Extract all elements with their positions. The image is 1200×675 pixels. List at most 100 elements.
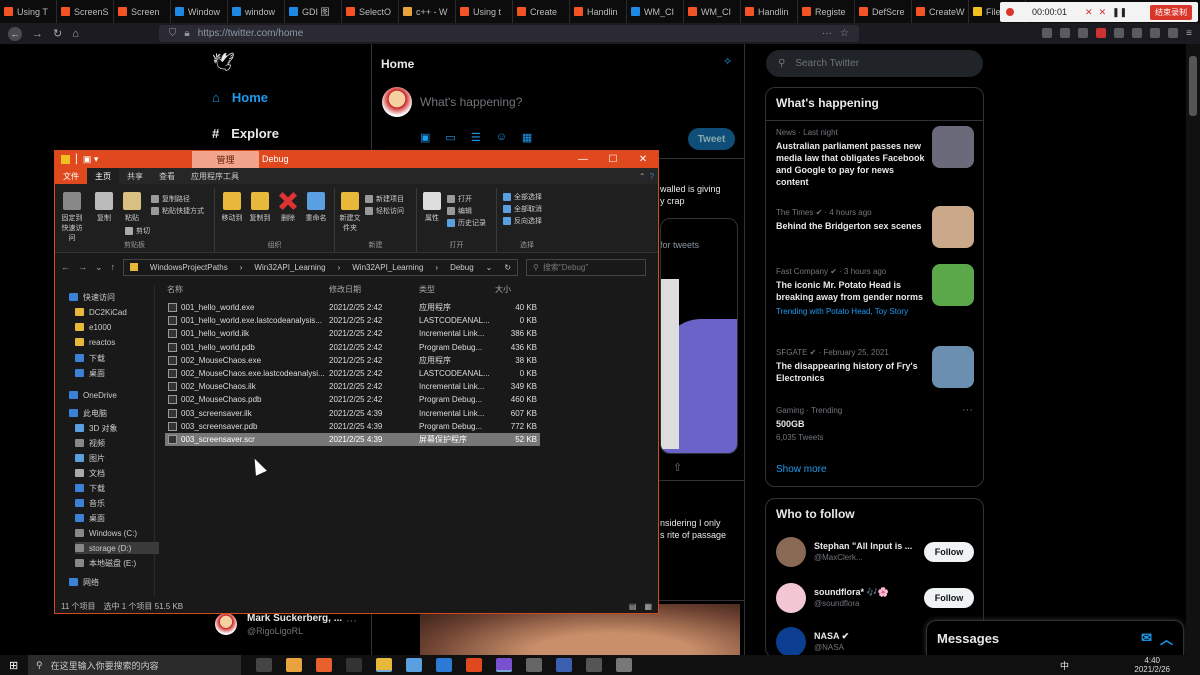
stop-recording-button[interactable]: 结束录制: [1150, 4, 1192, 20]
suggested-user-name[interactable]: NASA ✔: [814, 631, 849, 642]
trend-item[interactable]: The Times ✔ · 4 hours ago Behind the Bri…: [776, 208, 926, 232]
trend-item[interactable]: Gaming · Trending 500GB 6,035 Tweets: [776, 406, 926, 445]
recent-locations-icon[interactable]: ⌄: [95, 262, 103, 273]
browser-tab[interactable]: window: [228, 0, 285, 23]
account-name[interactable]: Mark Suckerberg, ...: [247, 613, 342, 624]
scrollbar-thumb[interactable]: [1189, 56, 1197, 116]
move-to-button[interactable]: 移动到: [219, 192, 245, 223]
extension-icon[interactable]: [1132, 28, 1143, 38]
tweet-button[interactable]: Tweet: [688, 128, 735, 150]
system-clock[interactable]: 4:40 2021/2/26: [1134, 656, 1170, 674]
column-header-name[interactable]: 名称: [167, 284, 183, 295]
browser-tab[interactable]: Create: [513, 0, 570, 23]
nav-pane-item[interactable]: 网络: [69, 576, 99, 588]
terminal-icon[interactable]: [346, 658, 362, 672]
home-icon[interactable]: ⌂: [72, 28, 79, 40]
edit-button[interactable]: 编辑: [447, 206, 472, 216]
invert-selection-button[interactable]: 反向选择: [503, 216, 542, 226]
avatar[interactable]: [215, 613, 237, 635]
minimize-icon[interactable]: —: [568, 151, 598, 168]
avatar[interactable]: [776, 627, 806, 657]
forward-icon[interactable]: →: [32, 28, 43, 40]
nav-pane-item[interactable]: 3D 对象: [75, 422, 117, 434]
trend-item[interactable]: Fast Company ✔ · 3 hours ago The iconic …: [776, 267, 926, 319]
poll-icon[interactable]: ☰: [471, 131, 481, 144]
file-row[interactable]: 001_hello_world.pdb 2021/2/25 2:42 Program…: [165, 341, 540, 354]
reload-icon[interactable]: ↻: [53, 27, 62, 40]
paste-button[interactable]: 粘贴: [119, 192, 145, 223]
large-icons-view-icon[interactable]: ▦: [644, 602, 652, 611]
tab-home[interactable]: 主页: [87, 168, 119, 184]
extension-icon[interactable]: [1060, 28, 1071, 38]
nav-pane-item[interactable]: e1000: [75, 321, 111, 333]
cut-button[interactable]: 剪切: [125, 226, 150, 236]
more-icon[interactable]: ···: [822, 28, 832, 39]
trend-item[interactable]: SFGATE ✔ · February 25, 2021 The disappe…: [776, 348, 926, 384]
browser-tab[interactable]: c++ - W: [399, 0, 456, 23]
column-header-type[interactable]: 类型: [419, 284, 435, 295]
nav-pane-item[interactable]: 视频: [75, 437, 105, 449]
app-orange-icon[interactable]: [466, 658, 482, 672]
select-all-button[interactable]: 全部选择: [503, 192, 542, 202]
file-row[interactable]: 002_MouseChaos.pdb 2021/2/25 2:42 Program …: [165, 393, 540, 406]
browser-tab[interactable]: DefScre: [855, 0, 912, 23]
browser-tab[interactable]: Using t: [456, 0, 513, 23]
avatar[interactable]: [382, 87, 412, 117]
trend-thumbnail[interactable]: [932, 346, 974, 388]
search-box[interactable]: ⚲ Search Twitter: [766, 50, 983, 77]
twitter-logo-icon[interactable]: 🕊︎: [212, 52, 235, 73]
compose-input[interactable]: What's happening?: [420, 95, 522, 109]
breadcrumb-segment[interactable]: Win32API_Learning: [352, 263, 423, 272]
browser-tab[interactable]: Registe: [798, 0, 855, 23]
pin-button[interactable]: 固定到快速访问: [59, 192, 85, 243]
file-row[interactable]: 002_MouseChaos.exe.lastcodeanalysi... 202…: [165, 367, 540, 380]
maximize-icon[interactable]: ☐: [598, 151, 628, 168]
file-row[interactable]: 003_screensaver.scr 2021/2/25 4:39 屏幕保护程序 5…: [165, 433, 540, 446]
column-header-size[interactable]: 大小: [495, 284, 511, 295]
context-tab-manage[interactable]: 管理: [192, 151, 259, 168]
browser-tab[interactable]: WM_CI: [627, 0, 684, 23]
breadcrumb-segment[interactable]: Debug: [450, 263, 474, 272]
chevron-down-icon[interactable]: ⌄: [486, 263, 493, 272]
delete-button[interactable]: 删除: [275, 192, 301, 223]
extension-icon[interactable]: [1078, 28, 1089, 38]
back-icon[interactable]: ←: [8, 26, 22, 41]
address-bar[interactable]: WindowsProjectPaths › Win32API_Learning › …: [123, 258, 519, 276]
ribbon-collapse-icon[interactable]: ⌃: [639, 172, 646, 181]
nav-pane-item[interactable]: storage (D:): [75, 542, 159, 554]
extension-icon[interactable]: [1114, 28, 1125, 38]
firefox-icon[interactable]: [316, 658, 332, 672]
nav-pane-item[interactable]: 此电脑: [69, 407, 107, 419]
new-folder-button[interactable]: 新建文件夹: [337, 192, 363, 233]
open-button[interactable]: 打开: [447, 194, 472, 204]
nav-home[interactable]: ⌂ Home: [212, 90, 268, 105]
browser-tab[interactable]: Screen: [114, 0, 171, 23]
nav-pane-item[interactable]: OneDrive: [69, 389, 117, 401]
speaker-off-icon[interactable]: ✕: [1099, 7, 1107, 18]
browser-tab[interactable]: ScreenS: [57, 0, 114, 23]
menu-icon[interactable]: ≡: [1186, 28, 1192, 39]
new-message-icon[interactable]: ✉: [1141, 630, 1152, 646]
new-item-button[interactable]: 新建项目: [365, 194, 404, 204]
nav-explore[interactable]: # Explore: [212, 126, 279, 141]
url-bar[interactable]: ⛉ 🔒︎ https://twitter.com/home ··· ☆: [158, 25, 859, 42]
help-icon[interactable]: ?: [650, 172, 654, 181]
breadcrumb-segment[interactable]: Win32API_Learning: [254, 263, 325, 272]
trend-thumbnail[interactable]: [932, 264, 974, 306]
browser-tab[interactable]: GDI 图: [285, 0, 342, 23]
extension-icon[interactable]: [1042, 28, 1053, 38]
file-row[interactable]: 002_MouseChaos.ilk 2021/2/25 2:42 Incremen…: [165, 380, 540, 393]
file-row[interactable]: 001_hello_world.exe.lastcodeanalysis... 2…: [165, 314, 540, 327]
trend-thumbnail[interactable]: [932, 206, 974, 248]
file-row[interactable]: 001_hello_world.ilk 2021/2/25 2:42 Increme…: [165, 327, 540, 340]
visual-studio-icon[interactable]: [496, 658, 512, 672]
calculator-icon[interactable]: [616, 658, 632, 672]
breadcrumb-segment[interactable]: WindowsProjectPaths: [150, 263, 228, 272]
tab-view[interactable]: 查看: [151, 168, 183, 184]
file-row[interactable]: 001_hello_world.exe 2021/2/25 2:42 应用程序 40 …: [165, 301, 540, 314]
nav-pane-item[interactable]: 桌面: [75, 367, 105, 379]
schedule-icon[interactable]: ▦: [522, 131, 532, 144]
emoji-icon[interactable]: ☺: [496, 131, 507, 144]
nav-pane-item[interactable]: 文档: [75, 467, 105, 479]
properties-button[interactable]: 属性: [419, 192, 445, 223]
